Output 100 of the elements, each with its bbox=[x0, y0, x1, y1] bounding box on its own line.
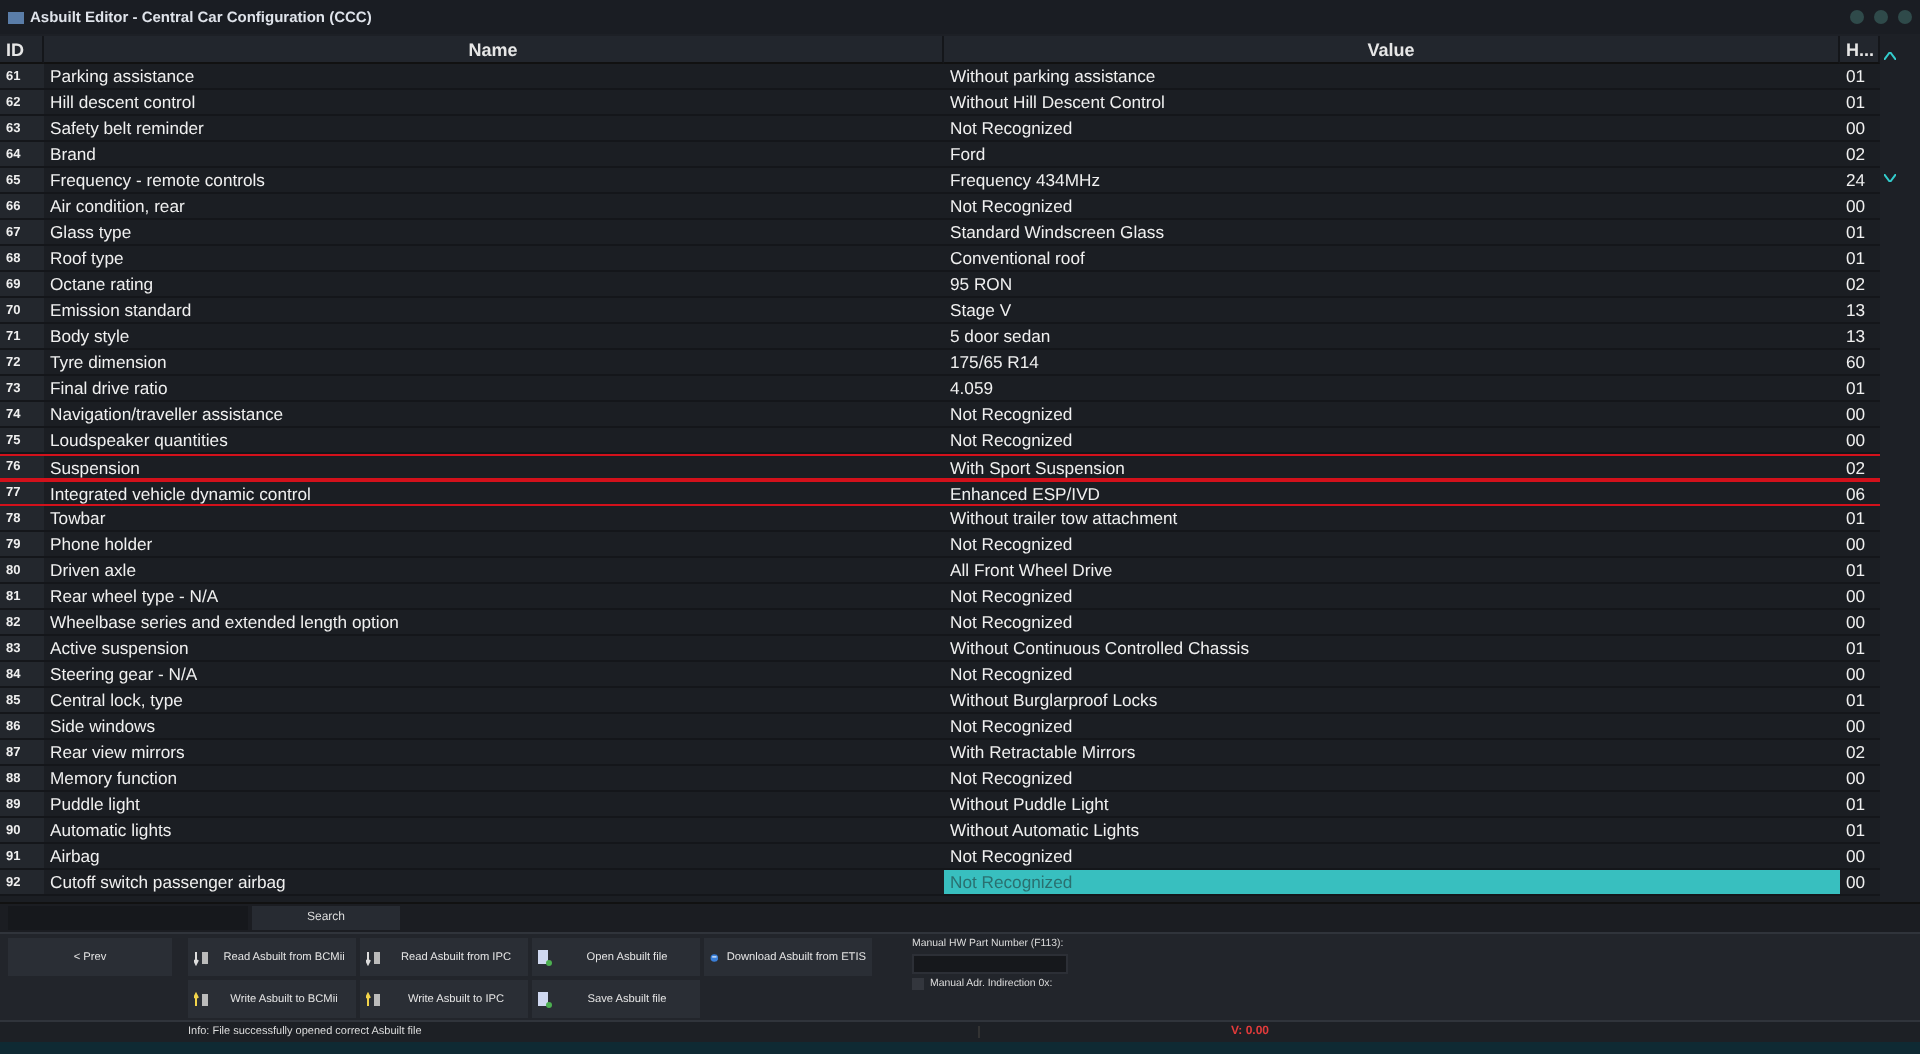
value-cell[interactable]: Without Puddle Light bbox=[944, 792, 1840, 818]
value-cell[interactable]: Not Recognized bbox=[944, 766, 1840, 792]
name-cell: Side windows bbox=[44, 714, 944, 740]
hex-cell: 00 bbox=[1840, 428, 1880, 454]
hex-cell: 00 bbox=[1840, 116, 1880, 142]
close-button[interactable] bbox=[1898, 10, 1912, 24]
value-cell[interactable]: All Front Wheel Drive bbox=[944, 558, 1840, 584]
hex-cell: 02 bbox=[1840, 454, 1880, 480]
name-cell: Rear view mirrors bbox=[44, 740, 944, 766]
hex-cell: 02 bbox=[1840, 740, 1880, 766]
value-cell[interactable]: Not Recognized bbox=[944, 428, 1840, 454]
name-cell: Memory function bbox=[44, 766, 944, 792]
name-cell: Glass type bbox=[44, 220, 944, 246]
value-cell[interactable]: Without Continuous Controlled Chassis bbox=[944, 636, 1840, 662]
value-cell[interactable]: Enhanced ESP/IVD bbox=[944, 480, 1840, 506]
hex-cell: 02 bbox=[1840, 142, 1880, 168]
value-cell[interactable]: Not Recognized bbox=[944, 532, 1840, 558]
hex-cell: 01 bbox=[1840, 818, 1880, 844]
hex-cell: 02 bbox=[1840, 272, 1880, 298]
hex-cell: 01 bbox=[1840, 792, 1880, 818]
column-header[interactable]: Name bbox=[44, 36, 944, 64]
arrows-icon bbox=[194, 991, 210, 1007]
name-cell: Safety belt reminder bbox=[44, 116, 944, 142]
hex-cell: 01 bbox=[1840, 558, 1880, 584]
app-icon bbox=[8, 11, 24, 23]
value-cell[interactable]: Ford bbox=[944, 142, 1840, 168]
hex-cell: 01 bbox=[1840, 90, 1880, 116]
name-cell: Frequency - remote controls bbox=[44, 168, 944, 194]
value-cell[interactable]: With Sport Suspension bbox=[944, 454, 1840, 480]
scroll-up-icon[interactable] bbox=[1884, 52, 1896, 60]
value-cell[interactable]: Not Recognized bbox=[944, 714, 1840, 740]
hex-cell: 00 bbox=[1840, 766, 1880, 792]
value-cell[interactable]: Conventional roof bbox=[944, 246, 1840, 272]
value-cell[interactable]: Without Automatic Lights bbox=[944, 818, 1840, 844]
hex-cell: 00 bbox=[1840, 402, 1880, 428]
hex-cell: 01 bbox=[1840, 636, 1880, 662]
name-cell: Airbag bbox=[44, 844, 944, 870]
name-cell: Steering gear - N/A bbox=[44, 662, 944, 688]
search-field[interactable] bbox=[8, 906, 248, 930]
value-cell[interactable]: Stage V bbox=[944, 298, 1840, 324]
value-cell[interactable]: Without Hill Descent Control bbox=[944, 90, 1840, 116]
maximize-button[interactable] bbox=[1874, 10, 1888, 24]
globe-icon bbox=[710, 949, 719, 965]
value-cell[interactable]: 5 door sedan bbox=[944, 324, 1840, 350]
value-cell[interactable]: Standard Windscreen Glass bbox=[944, 220, 1840, 246]
value-cell[interactable]: With Retractable Mirrors bbox=[944, 740, 1840, 766]
hex-cell: 24 bbox=[1840, 168, 1880, 194]
value-cell[interactable]: Not Recognized bbox=[944, 116, 1840, 142]
name-cell: Cutoff switch passenger airbag bbox=[44, 870, 944, 896]
hex-cell: 00 bbox=[1840, 662, 1880, 688]
scroll-down-icon[interactable] bbox=[1884, 174, 1896, 182]
column-header[interactable]: ID bbox=[0, 36, 44, 64]
name-cell: Octane rating bbox=[44, 272, 944, 298]
value-cell[interactable]: 95 RON bbox=[944, 272, 1840, 298]
hex-cell: 00 bbox=[1840, 610, 1880, 636]
value-cell[interactable]: 4.059 bbox=[944, 376, 1840, 402]
value-cell[interactable]: Not Recognized bbox=[944, 844, 1840, 870]
name-cell: Parking assistance bbox=[44, 64, 944, 90]
name-cell: Navigation/traveller assistance bbox=[44, 402, 944, 428]
hex-cell: 00 bbox=[1840, 532, 1880, 558]
hex-cell: 01 bbox=[1840, 64, 1880, 90]
hex-cell: 01 bbox=[1840, 220, 1880, 246]
column-header[interactable]: Value bbox=[944, 36, 1840, 64]
value-cell[interactable]: Without trailer tow attachment bbox=[944, 506, 1840, 532]
hex-cell: 00 bbox=[1840, 584, 1880, 610]
name-cell: Towbar bbox=[44, 506, 944, 532]
name-cell: Air condition, rear bbox=[44, 194, 944, 220]
minimize-button[interactable] bbox=[1850, 10, 1864, 24]
hex-cell: 06 bbox=[1840, 480, 1880, 506]
name-cell: Hill descent control bbox=[44, 90, 944, 116]
value-cell[interactable]: Not Recognized bbox=[944, 610, 1840, 636]
name-cell: Body style bbox=[44, 324, 944, 350]
hex-cell: 01 bbox=[1840, 506, 1880, 532]
name-cell: Central lock, type bbox=[44, 688, 944, 714]
name-cell: Wheelbase series and extended length option bbox=[44, 610, 944, 636]
hex-cell: 00 bbox=[1840, 194, 1880, 220]
column-header[interactable]: H... bbox=[1840, 36, 1880, 64]
arrows-icon bbox=[194, 949, 210, 965]
hex-cell: 01 bbox=[1840, 246, 1880, 272]
name-cell: Roof type bbox=[44, 246, 944, 272]
name-cell: Emission standard bbox=[44, 298, 944, 324]
value-cell[interactable]: Not Recognized bbox=[944, 402, 1840, 428]
part-number-field[interactable] bbox=[912, 954, 1068, 974]
value-cell[interactable]: Not Recognized bbox=[944, 194, 1840, 220]
value-cell[interactable]: Without Burglarproof Locks bbox=[944, 688, 1840, 714]
name-cell: Loudspeaker quantities bbox=[44, 428, 944, 454]
value-cell[interactable]: Frequency 434MHz bbox=[944, 168, 1840, 194]
name-cell: Active suspension bbox=[44, 636, 944, 662]
arrows-icon bbox=[366, 949, 382, 965]
name-cell: Phone holder bbox=[44, 532, 944, 558]
name-cell: Integrated vehicle dynamic control bbox=[44, 480, 944, 506]
arrows-icon bbox=[366, 991, 382, 1007]
value-cell[interactable]: 175/65 R14 bbox=[944, 350, 1840, 376]
hex-cell: 13 bbox=[1840, 298, 1880, 324]
value-cell[interactable]: Without parking assistance bbox=[944, 64, 1840, 90]
value-cell[interactable]: Not Recognized bbox=[944, 584, 1840, 610]
document-icon bbox=[538, 991, 552, 1007]
name-cell: Tyre dimension bbox=[44, 350, 944, 376]
value-cell[interactable]: Not Recognized bbox=[944, 662, 1840, 688]
name-cell: Brand bbox=[44, 142, 944, 168]
